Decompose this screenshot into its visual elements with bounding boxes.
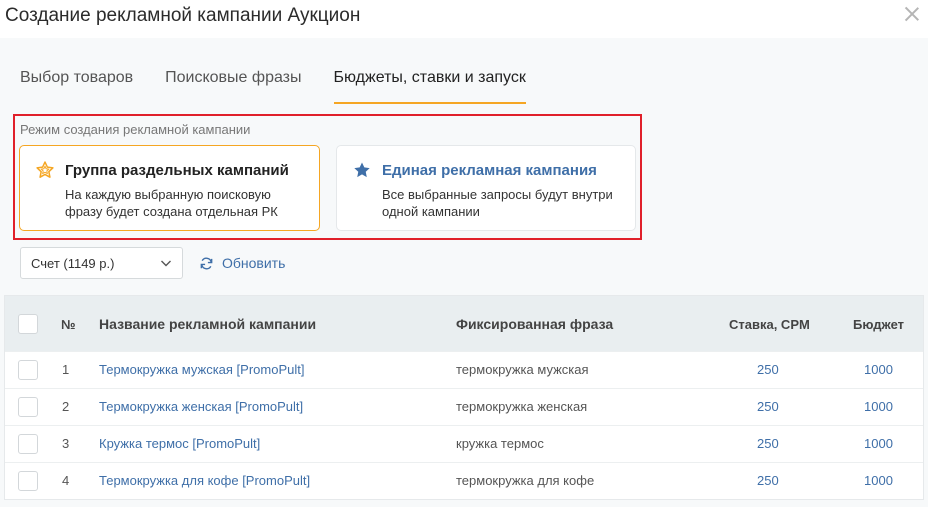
row-checkbox[interactable]	[18, 397, 38, 417]
star-outline-icon	[36, 161, 54, 178]
fixed-phrase: термокружка женская	[456, 399, 588, 414]
row-checkbox[interactable]	[18, 360, 38, 380]
card-description: Все выбранные запросы будут внутри одной…	[382, 187, 613, 219]
fixed-phrase: кружка термос	[456, 436, 544, 451]
campaign-name-link[interactable]: Кружка термос [PromoPult]	[99, 436, 260, 451]
campaigns-table: № Название рекламной кампании Фиксирован…	[4, 295, 924, 500]
budget-value[interactable]: 1000	[864, 362, 893, 377]
table-row: 3 Кружка термос [PromoPult] кружка термо…	[5, 425, 923, 462]
row-checkbox[interactable]	[18, 471, 38, 491]
modal-title: Создание рекламной кампании Аукцион	[5, 5, 361, 26]
modal-header: Создание рекламной кампании Аукцион	[0, 0, 928, 38]
row-num: 1	[62, 362, 70, 377]
modal-body: Выбор товаров Поисковые фразы Бюджеты, с…	[0, 38, 928, 507]
fixed-phrase: термокружка мужская	[456, 362, 589, 377]
bid-value[interactable]: 250	[757, 436, 779, 451]
campaign-name-link[interactable]: Термокружка для кофе [PromoPult]	[99, 473, 310, 488]
refresh-icon	[200, 257, 213, 269]
close-icon[interactable]	[904, 6, 920, 22]
tabs: Выбор товаров Поисковые фразы Бюджеты, с…	[20, 66, 558, 104]
tab-product-selection[interactable]: Выбор товаров	[20, 66, 133, 104]
bid-value[interactable]: 250	[757, 362, 779, 377]
header-phrase: Фиксированная фраза	[456, 316, 614, 332]
table-row: 2 Термокружка женская [PromoPult] термок…	[5, 388, 923, 425]
mode-option-separate-campaigns[interactable]: Группа раздельных кампаний На каждую выб…	[19, 145, 320, 231]
card-title: Единая рекламная кампания	[382, 162, 597, 179]
account-select[interactable]: Счет (1149 р.)	[20, 247, 183, 279]
table-row: 1 Термокружка мужская [PromoPult] термок…	[5, 351, 923, 388]
tab-budgets-bids-launch[interactable]: Бюджеты, ставки и запуск	[333, 66, 527, 104]
account-select-value: Счет (1149 р.)	[31, 256, 115, 271]
row-num: 2	[62, 399, 70, 414]
row-num: 4	[62, 473, 70, 488]
refresh-button[interactable]: Обновить	[199, 253, 285, 273]
fixed-phrase: термокружка для кофе	[456, 473, 595, 488]
header-bid: Ставка, CPM	[729, 317, 810, 332]
mode-label: Режим создания рекламной кампании	[20, 122, 251, 137]
card-title: Группа раздельных кампаний	[65, 162, 289, 179]
header-num: №	[61, 317, 76, 332]
chevron-down-icon	[161, 260, 171, 267]
bid-value[interactable]: 250	[757, 473, 779, 488]
header-name: Название рекламной кампании	[99, 316, 317, 332]
header-budget: Бюджет	[853, 317, 904, 332]
tab-search-phrases[interactable]: Поисковые фразы	[165, 66, 301, 104]
mode-option-single-campaign[interactable]: Единая рекламная кампания Все выбранные …	[336, 145, 636, 231]
table-header: № Название рекламной кампании Фиксирован…	[5, 296, 923, 351]
refresh-label: Обновить	[222, 255, 286, 271]
card-description: На каждую выбранную поисковую фразу буде…	[65, 187, 278, 219]
bid-value[interactable]: 250	[757, 399, 779, 414]
select-all-checkbox[interactable]	[18, 314, 38, 334]
table-row: 4 Термокружка для кофе [PromoPult] термо…	[5, 462, 923, 499]
budget-value[interactable]: 1000	[864, 436, 893, 451]
row-num: 3	[62, 436, 70, 451]
campaign-name-link[interactable]: Термокружка женская [PromoPult]	[99, 399, 303, 414]
budget-value[interactable]: 1000	[864, 399, 893, 414]
star-filled-icon	[354, 162, 370, 178]
budget-value[interactable]: 1000	[864, 473, 893, 488]
campaign-name-link[interactable]: Термокружка мужская [PromoPult]	[99, 362, 304, 377]
row-checkbox[interactable]	[18, 434, 38, 454]
